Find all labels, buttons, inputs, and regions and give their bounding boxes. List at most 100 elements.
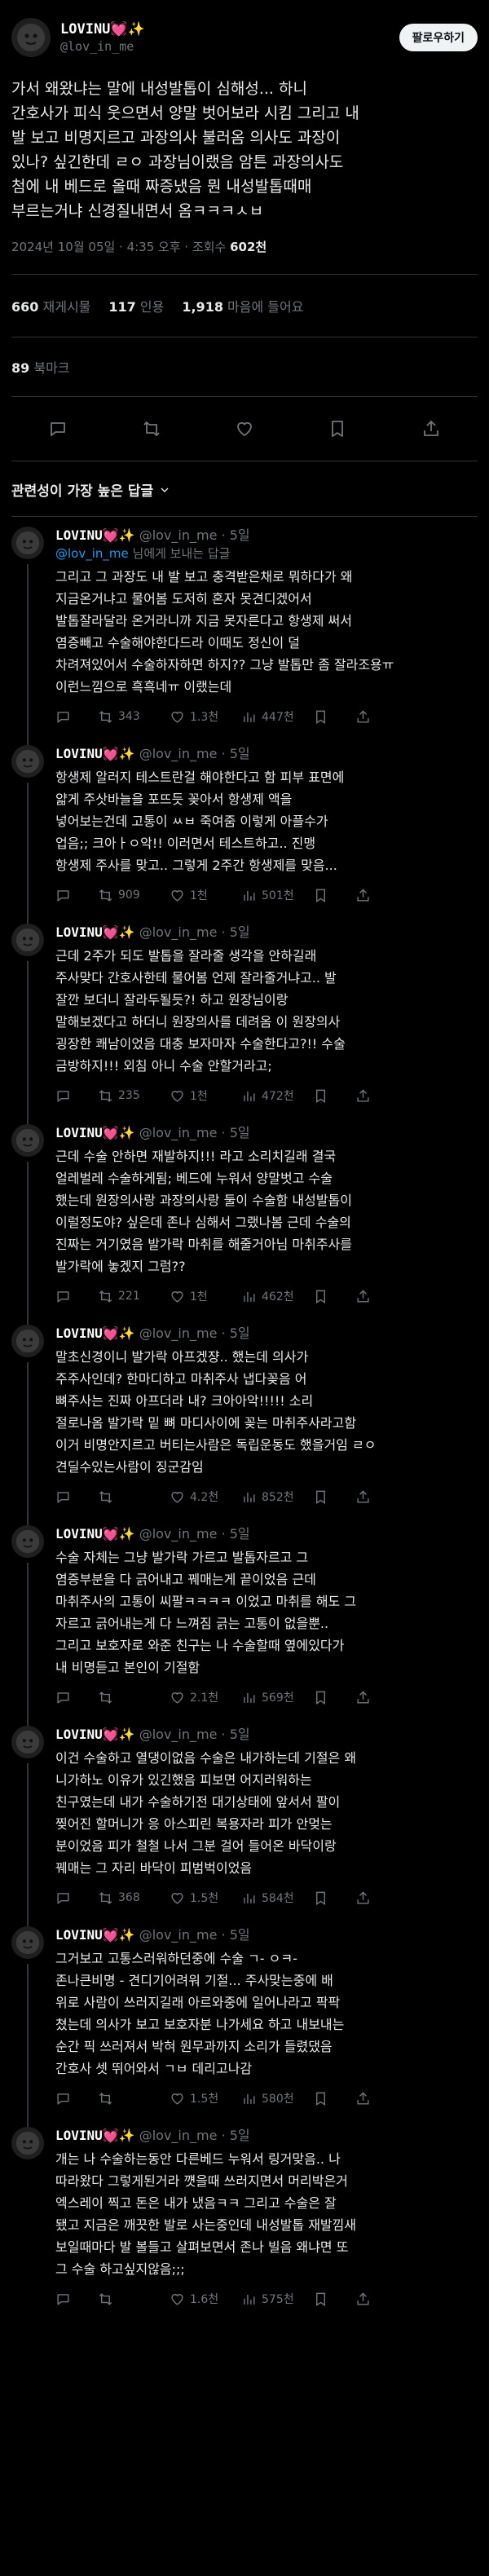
bookmark-icon[interactable] [328, 419, 347, 439]
avatar[interactable] [11, 2127, 44, 2159]
avatar[interactable] [11, 527, 44, 559]
reply-item[interactable]: LOVINU💓✨ @lov_in_me · 5일 수술 자체는 그냥 발가락 가… [0, 1515, 489, 1726]
avatar[interactable] [11, 745, 44, 778]
handle[interactable]: @lov_in_me [60, 38, 399, 55]
views-button[interactable]: 569천 [241, 1689, 313, 1705]
repost-button[interactable] [98, 2091, 170, 2106]
views-button[interactable]: 462천 [241, 1288, 313, 1304]
views-button[interactable]: 472천 [241, 1087, 313, 1104]
repost-button[interactable]: 368 [98, 1890, 170, 1906]
display-name[interactable]: LOVINU💓✨ [55, 1927, 135, 1943]
reply-button[interactable] [55, 888, 98, 903]
reply-button[interactable] [55, 2091, 98, 2106]
avatar[interactable] [11, 1726, 44, 1758]
like-button[interactable]: 1.6천 [170, 2291, 241, 2307]
bookmarks-stat[interactable]: 89 북마크 [11, 337, 478, 396]
reply-button[interactable] [55, 1690, 98, 1705]
reply-item[interactable]: LOVINU💓✨ @lov_in_me · 5일 항생제 알러지 테스트란걸 해… [0, 735, 489, 924]
reply-item[interactable]: LOVINU💓✨ @lov_in_me · 5일 그거보고 고통스러워하던중에 … [0, 1917, 489, 2127]
share-button[interactable] [355, 1489, 398, 1505]
reply-button[interactable] [55, 1489, 98, 1505]
like-button[interactable]: 1.5천 [170, 2090, 241, 2106]
display-name[interactable]: LOVINU💓✨ [55, 1125, 135, 1140]
quotes-stat[interactable]: 117 인용 [108, 296, 164, 315]
bookmark-button[interactable] [313, 1690, 355, 1705]
share-button[interactable] [355, 2291, 398, 2307]
bookmark-button[interactable] [313, 1289, 355, 1304]
like-button[interactable]: 1.3천 [170, 708, 241, 725]
handle-and-time[interactable]: @lov_in_me · 5일 [135, 2128, 250, 2143]
repost-button[interactable] [98, 2291, 170, 2307]
bookmark-button[interactable] [313, 1890, 355, 1906]
views-button[interactable]: 852천 [241, 1489, 313, 1505]
reply-sort-selector[interactable]: 관련성이 가장 높은 답글 [11, 461, 478, 516]
avatar[interactable] [11, 1325, 44, 1357]
repost-button[interactable]: 909 [98, 888, 170, 903]
share-button[interactable] [355, 1289, 398, 1304]
handle-and-time[interactable]: @lov_in_me · 5일 [135, 1927, 250, 1943]
like-button[interactable]: 1천 [170, 1087, 241, 1104]
repost-button[interactable]: 221 [98, 1289, 170, 1304]
bookmark-button[interactable] [313, 709, 355, 725]
display-name[interactable]: LOVINU💓✨ [55, 1325, 135, 1341]
like-button[interactable]: 1천 [170, 1288, 241, 1304]
reply-bubble-icon[interactable] [48, 419, 68, 439]
reply-button[interactable] [55, 1088, 98, 1104]
repost-button[interactable]: 235 [98, 1088, 170, 1104]
views-button[interactable]: 575천 [241, 2291, 313, 2307]
views-button[interactable]: 501천 [241, 887, 313, 903]
display-name[interactable]: LOVINU💓✨ [55, 1727, 135, 1742]
display-name[interactable]: LOVINU💓✨ [55, 1526, 135, 1542]
handle-and-time[interactable]: @lov_in_me · 5일 [135, 1526, 250, 1542]
reply-item[interactable]: LOVINU💓✨ @lov_in_me · 5일 @lov_in_me 님에게 … [0, 517, 489, 745]
bookmark-button[interactable] [313, 888, 355, 903]
avatar[interactable] [11, 18, 51, 57]
avatar[interactable] [11, 1124, 44, 1157]
reply-button[interactable] [55, 709, 98, 725]
avatar[interactable] [11, 924, 44, 956]
display-name[interactable]: LOVINU💓✨ [55, 746, 135, 761]
follow-button[interactable]: 팔로우하기 [399, 24, 478, 51]
bookmark-button[interactable] [313, 1489, 355, 1505]
repost-button[interactable] [98, 1489, 170, 1505]
avatar[interactable] [11, 1926, 44, 1959]
handle-and-time[interactable]: @lov_in_me · 5일 [135, 746, 250, 761]
handle-and-time[interactable]: @lov_in_me · 5일 [135, 1727, 250, 1742]
reply-item[interactable]: LOVINU💓✨ @lov_in_me · 5일 말초신경이니 발가락 아프겠쟝… [0, 1315, 489, 1525]
like-button[interactable]: 4.2천 [170, 1489, 241, 1505]
bookmark-button[interactable] [313, 1088, 355, 1104]
views-button[interactable]: 447천 [241, 708, 313, 725]
share-button[interactable] [355, 1088, 398, 1104]
share-button[interactable] [355, 1690, 398, 1705]
display-name[interactable]: LOVINU💓✨ [55, 527, 135, 543]
views-button[interactable]: 584천 [241, 1890, 313, 1906]
likes-stat[interactable]: 1,918 마음에 들어요 [182, 296, 303, 315]
like-button[interactable]: 2.1천 [170, 1689, 241, 1705]
handle-and-time[interactable]: @lov_in_me · 5일 [135, 924, 250, 940]
reply-item[interactable]: LOVINU💓✨ @lov_in_me · 5일 근데 2주가 되도 발톱을 잘… [0, 914, 489, 1124]
reply-item[interactable]: LOVINU💓✨ @lov_in_me · 5일 이건 수술하고 열댕이없음 수… [0, 1716, 489, 1926]
reply-button[interactable] [55, 1289, 98, 1304]
heart-icon[interactable] [235, 419, 254, 439]
handle-and-time[interactable]: @lov_in_me · 5일 [135, 527, 250, 543]
reply-button[interactable] [55, 2291, 98, 2307]
display-name[interactable]: LOVINU💓✨ [55, 2128, 135, 2143]
timestamp[interactable]: 2024년 10월 05일 · 4:35 오후 · 조회수 [11, 240, 230, 254]
reply-item[interactable]: LOVINU💓✨ @lov_in_me · 5일 근데 수술 안하면 재발하지!… [0, 1114, 489, 1325]
reply-button[interactable] [55, 1890, 98, 1906]
like-button[interactable]: 1천 [170, 887, 241, 903]
share-icon[interactable] [421, 419, 441, 439]
share-button[interactable] [355, 888, 398, 903]
display-name[interactable]: LOVINU💓✨ [55, 924, 135, 940]
like-button[interactable]: 1.5천 [170, 1890, 241, 1906]
repost-button[interactable]: 343 [98, 709, 170, 725]
repost-arrows-icon[interactable] [142, 419, 161, 439]
handle-and-time[interactable]: @lov_in_me · 5일 [135, 1125, 250, 1140]
display-name[interactable]: LOVINU💓✨ [60, 20, 399, 38]
avatar[interactable] [11, 1525, 44, 1558]
handle-and-time[interactable]: @lov_in_me · 5일 [135, 1325, 250, 1341]
share-button[interactable] [355, 709, 398, 725]
bookmark-button[interactable] [313, 2091, 355, 2106]
mention-link[interactable]: @lov_in_me [55, 546, 129, 561]
bookmark-button[interactable] [313, 2291, 355, 2307]
